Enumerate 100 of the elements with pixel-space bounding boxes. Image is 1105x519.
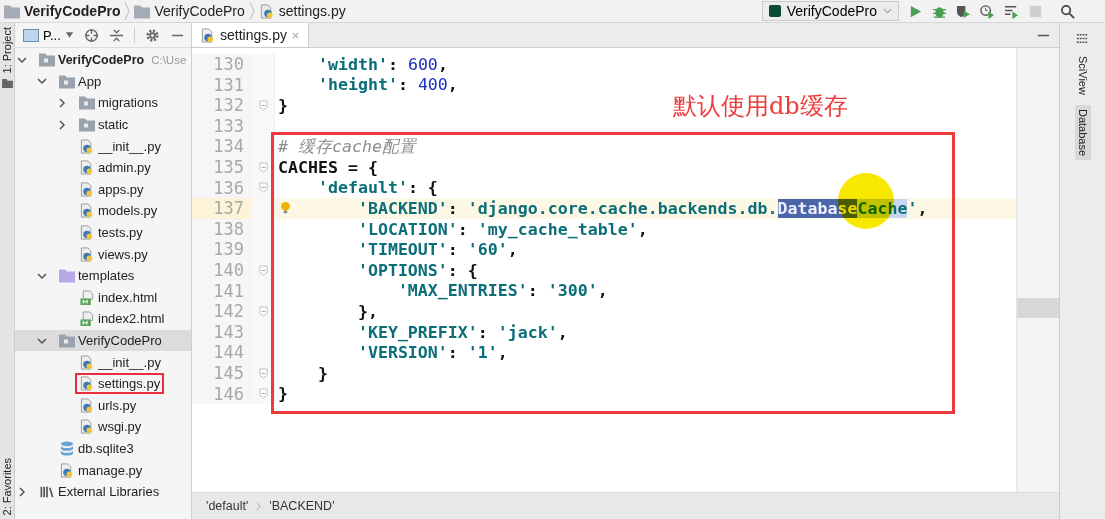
tree-label: templates	[78, 268, 135, 284]
target-icon[interactable]	[83, 27, 99, 43]
python-file-icon	[79, 246, 95, 262]
tree-label: views.py	[98, 246, 148, 262]
fold-marker-icon[interactable]	[258, 264, 268, 276]
tree-row[interactable]: __init__.py	[15, 351, 191, 373]
folder-icon	[59, 268, 75, 284]
tree-label: apps.py	[98, 181, 144, 197]
search-icon[interactable]	[1060, 3, 1075, 19]
chevron-icon	[248, 1, 255, 21]
python-file-icon	[79, 376, 95, 392]
tree-row[interactable]: urls.py	[15, 394, 191, 417]
code-text: # 缓存cache配置	[278, 135, 416, 158]
tree-row[interactable]: views.py	[15, 243, 191, 265]
annotation-text: 默认使用db缓存	[673, 91, 848, 122]
chevron-icon	[256, 501, 262, 511]
settings-icon[interactable]	[144, 27, 160, 43]
tree-label: External Libraries	[58, 484, 160, 500]
database-icon	[59, 441, 75, 456]
python-file-icon	[79, 225, 95, 241]
tree-label: wsgi.py	[98, 419, 142, 435]
tree-row[interactable]: wsgi.py	[15, 416, 191, 438]
line-number: 146	[192, 383, 252, 405]
folder-icon	[134, 3, 151, 19]
clock-run-icon[interactable]	[980, 3, 995, 19]
tool-window-tab[interactable]: Database	[1074, 104, 1091, 161]
nav-crumb[interactable]: settings.py	[278, 3, 346, 19]
tree-label: static	[98, 117, 129, 133]
tree-row[interactable]: VerifyCodePro	[15, 329, 191, 352]
tree-row[interactable]: External Libraries	[15, 480, 191, 503]
code-text: 'KEY_PREFIX': 'jack',	[356, 322, 568, 342]
code-breadcrumb[interactable]: 'default'	[206, 499, 249, 513]
fold-marker-icon[interactable]	[258, 305, 268, 317]
tree-label: index2.html	[98, 311, 165, 327]
fold-marker-icon[interactable]	[258, 367, 268, 379]
python-file-icon	[200, 27, 216, 43]
fold-marker-icon[interactable]	[258, 161, 268, 173]
code-text: }	[278, 96, 288, 115]
run-icon[interactable]	[908, 3, 923, 19]
folder-icon	[79, 95, 95, 111]
tree-row[interactable]: __init__.py	[15, 135, 191, 157]
scrollbar-thumb[interactable]	[1017, 298, 1059, 318]
run-list-icon[interactable]	[1004, 3, 1019, 19]
code-text: }	[316, 363, 328, 383]
tree-row[interactable]: tests.py	[15, 221, 191, 244]
python-file-icon	[59, 462, 75, 478]
nav-crumb[interactable]: VerifyCodePro	[24, 3, 121, 19]
tree-label: models.py	[98, 203, 158, 219]
tree-row[interactable]: migrations	[15, 92, 191, 114]
tree-label: __init__.py	[98, 138, 161, 154]
collapse-icon[interactable]	[108, 27, 124, 43]
tree-row[interactable]: templates	[15, 264, 191, 287]
tree-row[interactable]: db.sqlite3	[15, 437, 191, 460]
django-icon	[768, 5, 781, 17]
view-selector[interactable]: P...	[23, 27, 74, 43]
close-icon[interactable]	[290, 30, 300, 40]
tree-row[interactable]: apps.py	[15, 178, 191, 201]
fold-marker-icon[interactable]	[258, 100, 268, 111]
fold-marker-icon[interactable]	[258, 388, 268, 400]
tool-window-tab[interactable]: 2: Favorites	[1, 453, 13, 519]
code-text: 'height': 400,	[316, 75, 458, 95]
code-text: 'width': 600,	[316, 54, 448, 74]
tree-row[interactable]: index.html	[15, 286, 191, 309]
code-breadcrumb[interactable]: 'BACKEND'	[269, 499, 335, 513]
tree-row[interactable]: static	[15, 113, 191, 136]
python-file-icon	[79, 160, 95, 176]
folder-icon	[39, 52, 55, 68]
line-number: 137	[192, 198, 252, 219]
python-file-icon	[79, 203, 95, 219]
caret-icon	[883, 8, 892, 14]
tree-label: VerifyCodePro	[58, 52, 145, 67]
tree-row[interactable]: VerifyCodePro C:\Use	[15, 49, 191, 71]
line-number: 131	[192, 74, 252, 96]
tree-row[interactable]: models.py	[15, 200, 191, 222]
tree-row[interactable]: index2.html	[15, 308, 191, 330]
tree-row[interactable]: settings.py	[15, 372, 191, 395]
code-text: }	[278, 384, 288, 404]
nav-crumb[interactable]: VerifyCodePro	[154, 3, 245, 19]
code-text: 'TIMEOUT': '60',	[356, 240, 518, 260]
caret-icon	[64, 32, 74, 38]
code-text: 'MAX_ENTRIES': '300',	[396, 281, 608, 301]
tool-window-tab[interactable]: 1: Project	[1, 23, 13, 78]
tree-row[interactable]: manage.py	[15, 459, 191, 481]
line-number: 135	[192, 156, 252, 178]
list-icon[interactable]	[1075, 31, 1090, 46]
code-text: CACHES = {	[278, 157, 378, 177]
run-config-dropdown[interactable]: VerifyCodePro	[761, 1, 899, 21]
tree-row[interactable]: App	[15, 70, 191, 93]
code-text: 'LOCATION': 'my_cache_table',	[356, 219, 648, 239]
window-icon	[23, 28, 39, 42]
tree-label: urls.py	[98, 397, 137, 413]
shield-run-icon[interactable]	[956, 3, 971, 19]
tree-row[interactable]: admin.py	[15, 156, 191, 179]
python-file-icon	[79, 181, 95, 197]
html-file-icon	[79, 311, 95, 327]
editor-tab[interactable]: settings.py	[192, 23, 309, 47]
lightbulb-icon[interactable]	[280, 201, 291, 216]
fold-marker-icon[interactable]	[258, 182, 268, 194]
line-number: 133	[192, 115, 252, 137]
tool-window-tab[interactable]: SciView	[1076, 56, 1089, 95]
